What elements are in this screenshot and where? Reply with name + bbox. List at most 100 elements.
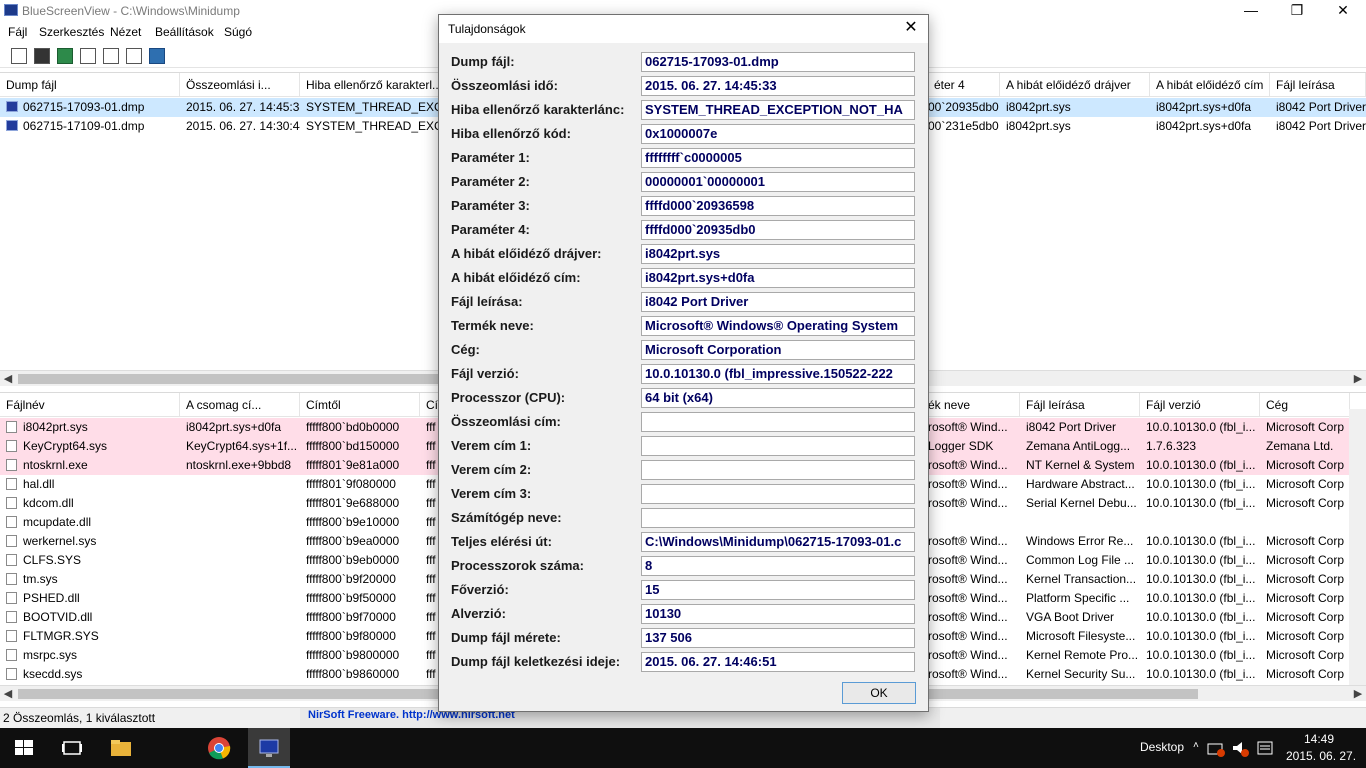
scroll-right-arrow-icon[interactable]: ▶	[1350, 371, 1366, 387]
property-row: Főverzió: 15	[439, 580, 928, 600]
volume-icon[interactable]	[1230, 736, 1250, 760]
properties-icon[interactable]	[103, 48, 119, 64]
clock-time[interactable]: 14:49	[1304, 732, 1334, 746]
property-value-field[interactable]: SYSTEM_THREAD_EXCEPTION_NOT_HA	[641, 100, 915, 120]
property-value-field[interactable]: ffffd000`20936598	[641, 196, 915, 216]
module-company: Microsoft Corp	[1266, 458, 1345, 472]
properties-view-icon[interactable]	[11, 48, 27, 64]
col-product-name[interactable]: ék neve	[928, 393, 1020, 417]
col-file-description[interactable]: Fájl leírása	[1020, 393, 1140, 417]
menu-view[interactable]: Nézet	[110, 25, 141, 39]
property-value-field[interactable]: ffffffff`c0000005	[641, 148, 915, 168]
module-package-address	[180, 513, 300, 532]
bugcheck-string: SYSTEM_THREAD_EXCE...	[306, 119, 440, 133]
col-parameter-4[interactable]: éter 4	[928, 73, 1000, 97]
desktop-toolbar-label[interactable]: Desktop	[1140, 740, 1184, 754]
col-filename[interactable]: Fájlnév	[0, 393, 180, 417]
property-row: Számítógép neve:	[439, 508, 928, 528]
dialog-close-button[interactable]: ✕	[900, 17, 922, 39]
property-value-field[interactable]	[641, 412, 915, 432]
scroll-thumb[interactable]	[18, 374, 438, 384]
col-caused-by-address[interactable]: A hibát előidéző cím	[1150, 73, 1270, 97]
module-company: Microsoft Corp	[1266, 667, 1345, 681]
property-value-field[interactable]: 2015. 06. 27. 14:46:51	[641, 652, 915, 672]
property-value-field[interactable]: C:\Windows\Minidump\062715-17093-01.c	[641, 532, 915, 552]
property-value-field[interactable]: 10130	[641, 604, 915, 624]
col-file-version[interactable]: Fájl verzió	[1140, 393, 1260, 417]
menu-file[interactable]: Fájl	[8, 25, 27, 39]
clock-date[interactable]: 2015. 06. 27.	[1286, 749, 1356, 763]
maximize-button[interactable]: ❐	[1274, 0, 1320, 22]
menu-edit[interactable]: Szerkesztés	[39, 25, 104, 39]
col-crash-time[interactable]: Összeomlási i...	[180, 73, 300, 97]
module-filename: hal.dll	[23, 477, 55, 491]
close-button[interactable]: ✕	[1320, 0, 1366, 22]
module-to-address: fff	[426, 477, 436, 491]
property-row: Paraméter 4: ffffd000`20935db0	[439, 220, 928, 240]
bluescreenview-taskbar-button[interactable]	[248, 728, 290, 768]
scroll-left-arrow-icon[interactable]: ◀	[0, 686, 16, 702]
refresh-icon[interactable]	[57, 48, 73, 64]
task-view-icon[interactable]	[60, 736, 84, 760]
property-row: Verem cím 3:	[439, 484, 928, 504]
module-to-address: fff	[426, 515, 436, 529]
minimize-button[interactable]: —	[1228, 0, 1274, 22]
property-value-field[interactable]: ffffd000`20935db0	[641, 220, 915, 240]
ok-button[interactable]: OK	[842, 682, 916, 704]
col-package-address[interactable]: A csomag cí...	[180, 393, 300, 417]
col-to-address[interactable]: Cí	[420, 393, 440, 417]
col-dump-file[interactable]: Dump fájl	[0, 73, 180, 97]
col-from-address[interactable]: Címtől	[300, 393, 420, 417]
module-list-vscrollbar[interactable]	[1349, 409, 1366, 685]
parameter-4: 00`231e5db0	[928, 119, 999, 133]
module-product-name: rosoft® Wind...	[928, 610, 1008, 624]
col-file-description[interactable]: Fájl leírása	[1270, 73, 1366, 97]
save-icon[interactable]	[34, 48, 50, 64]
property-value-field[interactable]: 137 506	[641, 628, 915, 648]
module-to-address: fff	[426, 420, 436, 434]
module-filename: tm.sys	[23, 572, 58, 586]
menu-settings[interactable]: Beállítások	[155, 25, 214, 39]
module-package-address	[180, 665, 300, 684]
find-icon[interactable]	[126, 48, 142, 64]
properties-dialog: Tulajdonságok ✕ Dump fájl: 062715-17093-0…	[438, 14, 929, 712]
exit-icon[interactable]	[149, 48, 165, 64]
property-value-field[interactable]: 0x1000007e	[641, 124, 915, 144]
col-company[interactable]: Cég	[1260, 393, 1350, 417]
col-bugcheck-string[interactable]: Hiba ellenőrző karakterl...	[300, 73, 440, 97]
windows-start-icon[interactable]	[12, 736, 36, 760]
property-value-field[interactable]	[641, 508, 915, 528]
file-description: i8042 Port Driver	[1276, 119, 1366, 133]
property-value-field[interactable]: Microsoft Corporation	[641, 340, 915, 360]
action-center-icon[interactable]	[1255, 736, 1275, 760]
property-value-field[interactable]: 64 bit (x64)	[641, 388, 915, 408]
property-value-field[interactable]: 062715-17093-01.dmp	[641, 52, 915, 72]
scroll-left-arrow-icon[interactable]: ◀	[0, 371, 16, 387]
property-value-field[interactable]: 2015. 06. 27. 14:45:33	[641, 76, 915, 96]
property-value-field[interactable]: Microsoft® Windows® Operating System	[641, 316, 915, 336]
module-file-version: 10.0.10130.0 (fbl_i...	[1146, 553, 1256, 567]
copy-icon[interactable]	[80, 48, 96, 64]
property-value-field[interactable]: 00000001`00000001	[641, 172, 915, 192]
chevron-up-icon[interactable]: ˄	[1193, 740, 1199, 751]
chrome-icon[interactable]	[207, 736, 231, 760]
property-value-field[interactable]: i8042prt.sys+d0fa	[641, 268, 915, 288]
property-value-field[interactable]	[641, 436, 915, 456]
property-value-field[interactable]: i8042prt.sys	[641, 244, 915, 264]
file-icon	[6, 573, 17, 585]
module-from-address: fffff801`9e81a000	[306, 458, 400, 472]
module-package-address	[180, 627, 300, 646]
menu-help[interactable]: Súgó	[224, 25, 252, 39]
property-value-field[interactable]	[641, 460, 915, 480]
col-caused-by-driver[interactable]: A hibát előidéző drájver	[1000, 73, 1150, 97]
property-row: Termék neve: Microsoft® Windows® Operatin…	[439, 316, 928, 336]
file-explorer-icon[interactable]	[109, 736, 133, 760]
module-product-name: rosoft® Wind...	[928, 420, 1008, 434]
property-value-field[interactable]: 8	[641, 556, 915, 576]
scroll-right-arrow-icon[interactable]: ▶	[1350, 686, 1366, 702]
property-value-field[interactable]: 10.0.10130.0 (fbl_impressive.150522-222	[641, 364, 915, 384]
network-icon[interactable]	[1206, 736, 1226, 760]
property-value-field[interactable]: i8042 Port Driver	[641, 292, 915, 312]
property-value-field[interactable]: 15	[641, 580, 915, 600]
property-value-field[interactable]	[641, 484, 915, 504]
